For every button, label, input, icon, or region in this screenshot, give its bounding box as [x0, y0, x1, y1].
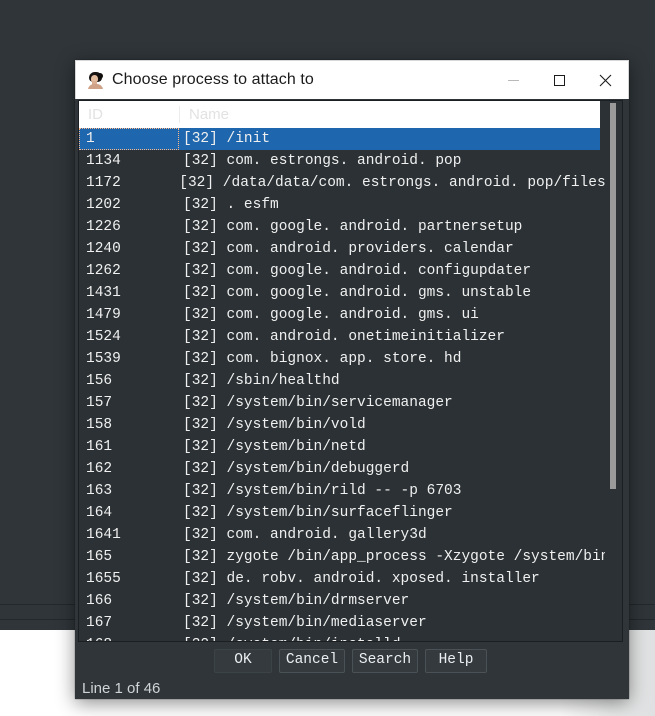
table-row[interactable]: 1431 [32] com. google. android. gms. unst…	[79, 282, 622, 304]
row-id: 156	[86, 373, 113, 389]
table-row[interactable]: 163 [32] /system/bin/rild -- -p 6703	[79, 480, 622, 502]
row-id: 161	[86, 439, 113, 455]
row-name: [32] . esfm	[183, 197, 279, 213]
row-name: [32] /system/bin/drmserver	[183, 593, 410, 609]
row-id: 166	[86, 593, 113, 609]
table-row[interactable]: 168[32] /system/bin/installd	[79, 634, 622, 641]
button-bar: OK Cancel Search Help	[78, 645, 623, 677]
table-row[interactable]: 1202 [32] . esfm	[79, 194, 622, 216]
table-row[interactable]: 1240 [32] com. android. providers. calend…	[79, 238, 622, 260]
close-icon[interactable]	[582, 61, 628, 99]
row-id: 163	[86, 483, 113, 499]
table-row[interactable]: 1 [32] /init	[79, 128, 600, 150]
search-button[interactable]: Search	[352, 649, 418, 673]
table-row[interactable]: 1479 [32] com. google. android. gms. ui	[79, 304, 622, 326]
table-row[interactable]: 165 [32] zygote /bin/app_process -Xzygote…	[79, 546, 622, 568]
scrollbar-thumb[interactable]	[610, 103, 616, 489]
process-picker-dialog: Choose process to attach to ID Name 1 [32…	[75, 60, 629, 699]
table-row[interactable]: 1226 [32] com. google. android. partnerse…	[79, 216, 622, 238]
row-name: [32] /system/bin/surfaceflinger	[183, 505, 453, 521]
row-name: [32] /data/data/com. estrongs. android. …	[179, 175, 622, 191]
row-id: 158	[86, 417, 113, 433]
table-row[interactable]: 157 [32] /system/bin/servicemanager	[79, 392, 622, 414]
table-row[interactable]: 1539 [32] com. bignox. app. store. hd	[79, 348, 622, 370]
table-row[interactable]: 1524 [32] com. android. onetimeinitialize…	[79, 326, 622, 348]
row-name: [32] com. google. android. partnersetup	[183, 219, 523, 235]
row-name: [32] com. estrongs. android. pop	[183, 153, 462, 169]
row-id: 1524	[86, 329, 121, 345]
window-title: Choose process to attach to	[112, 71, 314, 88]
title-bar: Choose process to attach to	[75, 60, 629, 99]
table-row[interactable]: 162 [32] /system/bin/debuggerd	[79, 458, 622, 480]
row-name: [32] /system/bin/debuggerd	[183, 461, 410, 477]
column-header-id[interactable]: ID	[79, 106, 179, 123]
column-header-name[interactable]: Name	[179, 105, 600, 123]
cancel-button[interactable]: Cancel	[279, 649, 345, 673]
row-name: [32] com. android. onetimeinitializer	[183, 329, 505, 345]
table-row[interactable]: 1134 [32] com. estrongs. android. pop	[79, 150, 622, 172]
row-name: [32] com. android. gallery3d	[183, 527, 427, 543]
table-row[interactable]: 161 [32] /system/bin/netd	[79, 436, 622, 458]
row-name: [32] /sbin/healthd	[183, 373, 340, 389]
row-name: [32] com. google. android. configupdater	[183, 263, 532, 279]
row-name: [32] com. google. android. gms. unstable	[183, 285, 532, 301]
row-id: 1226	[86, 219, 121, 235]
row-id: 1172	[86, 175, 121, 191]
row-id: 1655	[86, 571, 121, 587]
table-row[interactable]: 167 [32] /system/bin/mediaserver	[79, 612, 622, 634]
table-row[interactable]: 1262 [32] com. google. android. configupd…	[79, 260, 622, 282]
status-line-text: Line 1 of 46	[82, 679, 161, 697]
row-name: [32] zygote /bin/app_process -Xzygote /s…	[183, 549, 619, 565]
row-name: [32] com. android. providers. calendar	[183, 241, 514, 257]
table-row[interactable]: 1655 [32] de. robv. android. xposed. inst…	[79, 568, 622, 590]
row-id: 162	[86, 461, 113, 477]
row-name: [32] com. google. android. gms. ui	[183, 307, 479, 323]
row-id: 1539	[86, 351, 121, 367]
maximize-icon[interactable]	[536, 61, 582, 99]
row-name: [32] /system/bin/netd	[183, 439, 366, 455]
row-id: 167	[86, 615, 113, 631]
row-id: 1641	[86, 527, 121, 543]
vertical-scrollbar[interactable]	[605, 101, 622, 641]
minimize-icon[interactable]	[490, 61, 536, 99]
dialog-body: ID Name 1 [32] /init 1134 [32] com. estrong…	[75, 99, 629, 699]
row-name: [32] /system/bin/installd	[179, 637, 401, 641]
ok-button[interactable]: OK	[214, 649, 272, 673]
table-row[interactable]: 156 [32] /sbin/healthd	[79, 370, 622, 392]
row-id: 1479	[86, 307, 121, 323]
avatar-icon	[87, 71, 104, 89]
row-name: [32] /system/bin/servicemanager	[183, 395, 453, 411]
row-name: [32] com. bignox. app. store. hd	[183, 351, 462, 367]
row-id: 168	[79, 637, 179, 641]
row-id: 164	[86, 505, 113, 521]
row-id: 157	[86, 395, 113, 411]
row-id: 165	[86, 549, 113, 565]
process-list[interactable]: ID Name 1 [32] /init 1134 [32] com. estrong…	[78, 100, 623, 642]
table-row[interactable]: 164 [32] /system/bin/surfaceflinger	[79, 502, 622, 524]
table-row[interactable]: 1172 [32] /data/data/com. estrongs. andro…	[79, 172, 622, 194]
row-id: 1262	[86, 263, 121, 279]
list-header: ID Name	[79, 101, 600, 128]
list-rows: 1 [32] /init 1134 [32] com. estrongs. andro…	[79, 128, 622, 641]
help-button[interactable]: Help	[425, 649, 487, 673]
row-id: 1134	[86, 153, 121, 169]
row-name: [32] /system/bin/vold	[183, 417, 366, 433]
table-row[interactable]: 158 [32] /system/bin/vold	[79, 414, 622, 436]
row-name: [32] /system/bin/rild -- -p 6703	[183, 483, 462, 499]
row-id: 1240	[86, 241, 121, 257]
row-name: [32] /init	[183, 131, 271, 147]
row-id: 1202	[86, 197, 121, 213]
table-row[interactable]: 1641 [32] com. android. gallery3d	[79, 524, 622, 546]
table-row[interactable]: 166 [32] /system/bin/drmserver	[79, 590, 622, 612]
row-id: 1431	[86, 285, 121, 301]
row-id: 1	[79, 128, 179, 150]
screen: Choose process to attach to ID Name 1 [32…	[0, 0, 655, 716]
status-bar: Line 1 of 46	[78, 677, 623, 699]
window-controls	[490, 61, 628, 99]
row-name: [32] de. robv. android. xposed. installe…	[183, 571, 540, 587]
row-name: [32] /system/bin/mediaserver	[183, 615, 427, 631]
